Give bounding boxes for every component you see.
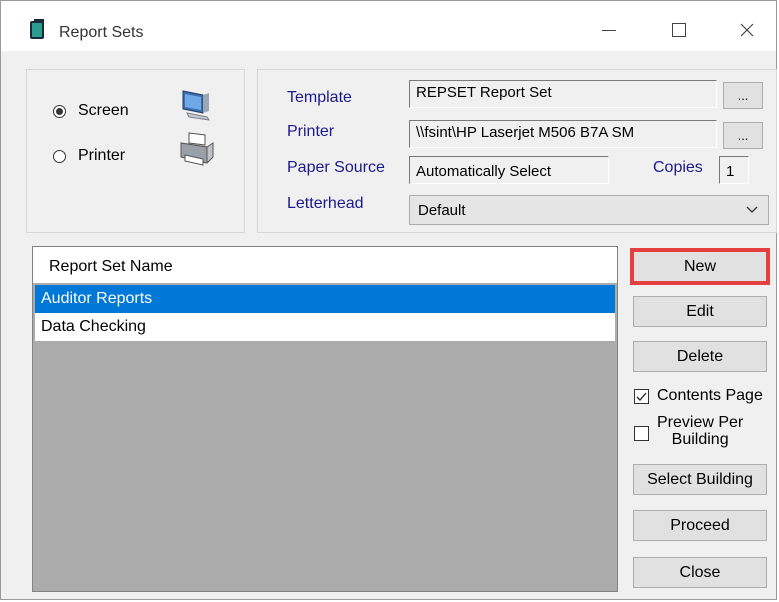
preview-per-building-label-line2: Building (671, 431, 729, 448)
letterhead-label: Letterhead (287, 195, 364, 212)
monitor-icon (182, 90, 211, 121)
list-item[interactable]: Auditor Reports (35, 285, 615, 313)
select-building-button[interactable]: Select Building (633, 464, 767, 495)
column-header-report-set-name[interactable]: Report Set Name (33, 247, 617, 283)
contents-page-checkbox[interactable]: Contents Page (634, 387, 763, 405)
report-set-list[interactable]: Report Set Name Auditor Reports Data Che… (32, 246, 618, 592)
minimize-icon (602, 30, 616, 31)
screen-radio-circle[interactable] (53, 104, 66, 118)
preview-per-building-label: Preview Per Building (657, 414, 743, 448)
maximize-button[interactable] (659, 13, 699, 47)
screen-radio[interactable]: Screen (53, 102, 129, 120)
template-browse-button[interactable]: ... (723, 82, 763, 109)
preview-per-building-checkbox[interactable]: Preview Per Building (634, 414, 743, 448)
printer-icon (180, 132, 214, 166)
list-item[interactable]: Data Checking (35, 313, 615, 341)
new-button[interactable]: New (630, 248, 770, 285)
printer-label: Printer (287, 123, 335, 140)
preview-per-building-label-line1: Preview Per (657, 414, 744, 431)
window-title: Report Sets (59, 24, 144, 41)
printer-field: \\fsint\HP Laserjet M506 B7A SM (409, 120, 717, 148)
printer-radio-label: Printer (78, 147, 126, 164)
close-icon (740, 23, 754, 37)
chevron-down-icon (746, 206, 758, 213)
preview-per-building-checkbox-box[interactable] (634, 426, 649, 441)
maximize-icon (672, 23, 686, 37)
close-window-button[interactable] (727, 13, 767, 47)
paper-source-field: Automatically Select (409, 156, 609, 184)
check-icon (636, 392, 647, 401)
copies-field[interactable]: 1 (719, 156, 749, 184)
letterhead-value: Default (418, 202, 466, 219)
delete-button[interactable]: Delete (633, 341, 767, 372)
proceed-button[interactable]: Proceed (633, 510, 767, 541)
edit-button[interactable]: Edit (633, 296, 767, 327)
app-icon (30, 19, 44, 39)
close-button[interactable]: Close (633, 557, 767, 588)
screen-radio-label: Screen (78, 102, 129, 119)
contents-page-label: Contents Page (657, 387, 763, 404)
contents-page-checkbox-box[interactable] (634, 389, 649, 404)
template-label: Template (287, 89, 352, 106)
minimize-button[interactable] (589, 13, 629, 47)
paper-source-label: Paper Source (287, 159, 385, 176)
copies-label: Copies (653, 159, 703, 176)
title-bar: Report Sets (1, 1, 776, 51)
report-sets-window: Report Sets Screen Printer Template REPS… (0, 0, 777, 600)
printer-radio-circle[interactable] (53, 149, 66, 163)
printer-radio[interactable]: Printer (53, 147, 125, 165)
printer-browse-button[interactable]: ... (723, 122, 763, 149)
letterhead-dropdown[interactable]: Default (409, 195, 769, 225)
template-field: REPSET Report Set (409, 80, 717, 108)
